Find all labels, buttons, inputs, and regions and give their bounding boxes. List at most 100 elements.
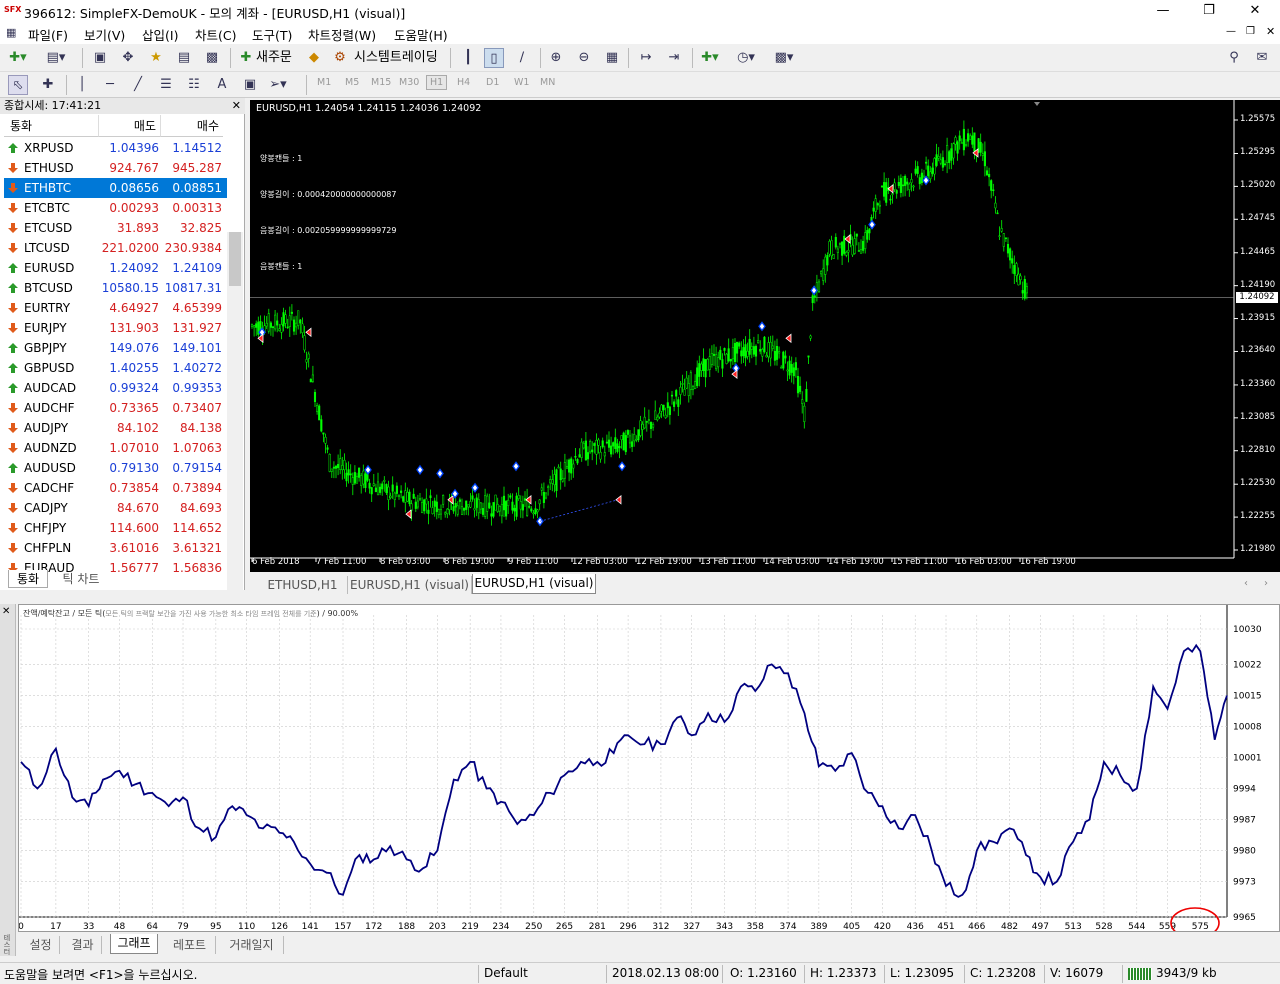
symbol-row[interactable]: LTCUSD 221.0200 230.9384 bbox=[4, 238, 227, 258]
search-icon[interactable]: ⚲ bbox=[1224, 48, 1244, 68]
symbol-row[interactable]: BTCUSD 10580.15 10817.31 bbox=[4, 278, 227, 298]
tab-chart-eurusd-visual-1[interactable]: EURUSD,H1 (visual) bbox=[348, 576, 472, 594]
zoom-in-icon[interactable]: ⊕ bbox=[546, 48, 566, 68]
symbol-row[interactable]: ETCUSD 31.893 32.825 bbox=[4, 218, 227, 238]
symbol-row[interactable]: GBPUSD 1.40255 1.40272 bbox=[4, 358, 227, 378]
navigator-icon[interactable]: ✥ bbox=[118, 48, 138, 68]
app-menu-icon[interactable]: ▦ bbox=[6, 26, 16, 39]
bar-chart-icon[interactable]: ┃ bbox=[458, 48, 478, 68]
symbol-row[interactable]: EURJPY 131.903 131.927 bbox=[4, 318, 227, 338]
tab-journal[interactable]: 거래일지 bbox=[220, 936, 284, 954]
tab-chart-eurusd-visual-2[interactable]: EURUSD,H1 (visual) bbox=[472, 574, 596, 594]
column-header-bid[interactable]: 매도 bbox=[99, 115, 161, 137]
equidistant-channel-icon[interactable]: ☰ bbox=[156, 75, 176, 95]
new-order-button[interactable]: 새주문 bbox=[256, 48, 292, 68]
line-chart-icon[interactable]: ∕ bbox=[512, 48, 532, 68]
text-icon[interactable]: A bbox=[212, 75, 232, 95]
menu-chart[interactable]: 차트(C) bbox=[195, 25, 236, 44]
symbol-row[interactable]: AUDUSD 0.79130 0.79154 bbox=[4, 458, 227, 478]
expert-advisor-icon[interactable]: ◆ bbox=[304, 48, 324, 68]
symbol-row[interactable]: AUDCHF 0.73365 0.73407 bbox=[4, 398, 227, 418]
tile-windows-icon[interactable]: ▦ bbox=[602, 48, 622, 68]
price-chart[interactable]: EURUSD,H1 1.24054 1.24115 1.24036 1.2409… bbox=[250, 100, 1280, 572]
tab-graph[interactable]: 그래프 bbox=[110, 934, 158, 954]
menu-window[interactable]: 차트정렬(W) bbox=[308, 25, 376, 44]
candlestick-icon[interactable]: ▯ bbox=[484, 48, 504, 68]
menu-view[interactable]: 보기(V) bbox=[84, 25, 125, 44]
symbol-row[interactable]: CADJPY 84.670 84.693 bbox=[4, 498, 227, 518]
timeframe-w1[interactable]: W1 bbox=[514, 77, 529, 88]
symbol-row[interactable]: AUDNZD 1.07010 1.07063 bbox=[4, 438, 227, 458]
text-label-icon[interactable]: ▣ bbox=[240, 75, 260, 95]
auto-trading-icon[interactable]: ⚙ bbox=[330, 48, 350, 68]
timeframe-mn[interactable]: MN bbox=[540, 77, 555, 88]
symbol-row[interactable]: AUDJPY 84.102 84.138 bbox=[4, 418, 227, 438]
symbol-row[interactable]: EURTRY 4.64927 4.65399 bbox=[4, 298, 227, 318]
crosshair-icon[interactable]: ✚ bbox=[38, 75, 58, 95]
symbol-row[interactable]: EURUSD 1.24092 1.24109 bbox=[4, 258, 227, 278]
new-order-icon[interactable]: ✚ bbox=[236, 48, 256, 68]
cursor-icon[interactable]: ⬁ bbox=[8, 75, 28, 95]
tab-symbols[interactable]: 통화 bbox=[8, 570, 48, 588]
horizontal-line-icon[interactable]: ─ bbox=[100, 75, 120, 95]
market-watch-icon[interactable]: ▣ bbox=[90, 48, 110, 68]
profiles-icon[interactable]: ▤▾ bbox=[46, 48, 66, 68]
symbol-row[interactable]: ETCBTC 0.00293 0.00313 bbox=[4, 198, 227, 218]
symbol-row[interactable]: ETHBTC 0.08656 0.08851 bbox=[4, 178, 227, 198]
mdi-close-icon[interactable]: ✕ bbox=[1266, 25, 1275, 38]
vertical-line-icon[interactable]: │ bbox=[72, 75, 92, 95]
timeframe-m5[interactable]: M5 bbox=[345, 77, 359, 88]
indicators-icon[interactable]: ✚▾ bbox=[700, 48, 720, 68]
market-watch-close-icon[interactable]: ✕ bbox=[232, 98, 241, 114]
fibonacci-icon[interactable]: ☷ bbox=[184, 75, 204, 95]
data-window-icon[interactable]: ★ bbox=[146, 48, 166, 68]
symbol-row[interactable]: GBPJPY 149.076 149.101 bbox=[4, 338, 227, 358]
symbol-row[interactable]: CHFPLN 3.61016 3.61321 bbox=[4, 538, 227, 558]
tabs-scroll-right-icon[interactable]: › bbox=[1264, 578, 1268, 589]
candle-body bbox=[282, 312, 285, 327]
symbol-row[interactable]: XRPUSD 1.04396 1.14512 bbox=[4, 138, 227, 158]
timeframe-m1[interactable]: M1 bbox=[317, 77, 331, 88]
strategy-tester-icon[interactable]: ▩ bbox=[202, 48, 222, 68]
terminal-icon[interactable]: ▤ bbox=[174, 48, 194, 68]
new-chart-icon[interactable]: ✚▾ bbox=[8, 48, 28, 68]
periods-icon[interactable]: ◷▾ bbox=[736, 48, 756, 68]
auto-scroll-icon[interactable]: ↦ bbox=[636, 48, 656, 68]
close-icon[interactable]: ✕ bbox=[1232, 0, 1278, 22]
zoom-out-icon[interactable]: ⊖ bbox=[574, 48, 594, 68]
minimize-icon[interactable]: — bbox=[1140, 0, 1186, 22]
timeframe-d1[interactable]: D1 bbox=[486, 77, 499, 88]
symbol-row[interactable]: CHFJPY 114.600 114.652 bbox=[4, 518, 227, 538]
timeframe-h1[interactable]: H1 bbox=[426, 75, 448, 90]
tester-close-icon[interactable]: ✕ bbox=[2, 606, 10, 617]
candlestick-chart[interactable] bbox=[250, 100, 1280, 572]
balance-graph[interactable]: 잔액/예탁잔고 / 모든 틱(모든 틱의 프랙탈 보간을 가진 사용 가능한 최… bbox=[18, 604, 1280, 939]
tab-report[interactable]: 레포트 bbox=[164, 936, 216, 954]
templates-icon[interactable]: ▩▾ bbox=[774, 48, 794, 68]
maximize-icon[interactable]: ❐ bbox=[1186, 0, 1232, 22]
chat-icon[interactable]: ✉ bbox=[1252, 48, 1272, 68]
mdi-restore-icon[interactable]: ❐ bbox=[1246, 26, 1255, 37]
tab-settings[interactable]: 설정 bbox=[22, 936, 60, 954]
auto-trading-button[interactable]: 시스템트레이딩 bbox=[354, 48, 438, 68]
mdi-minimize-icon[interactable]: — bbox=[1226, 26, 1236, 37]
trendline-icon[interactable]: ╱ bbox=[128, 75, 148, 95]
column-header-ask[interactable]: 매수 bbox=[161, 115, 223, 137]
tab-tick-chart[interactable]: 틱 차트 bbox=[54, 570, 108, 588]
column-header-symbol[interactable]: 통화 bbox=[4, 115, 99, 137]
timeframe-m15[interactable]: M15 bbox=[371, 77, 391, 88]
tab-results[interactable]: 결과 bbox=[64, 936, 102, 954]
symbol-row[interactable]: AUDCAD 0.99324 0.99353 bbox=[4, 378, 227, 398]
tab-chart-ethusd[interactable]: ETHUSD,H1 bbox=[258, 576, 348, 594]
timeframe-h4[interactable]: H4 bbox=[457, 77, 470, 88]
symbol-row[interactable]: ETHUSD 924.767 945.287 bbox=[4, 158, 227, 178]
chart-shift-icon[interactable]: ⇥ bbox=[664, 48, 684, 68]
tabs-scroll-left-icon[interactable]: ‹ bbox=[1244, 578, 1248, 589]
timeframe-m30[interactable]: M30 bbox=[399, 77, 419, 88]
symbol-row[interactable]: CADCHF 0.73854 0.73894 bbox=[4, 478, 227, 498]
menu-tools[interactable]: 도구(T) bbox=[252, 25, 292, 44]
menu-insert[interactable]: 삽입(I) bbox=[142, 25, 178, 44]
arrows-icon[interactable]: ➢▾ bbox=[268, 75, 288, 95]
menu-help[interactable]: 도움말(H) bbox=[394, 25, 448, 44]
menu-file[interactable]: 파일(F) bbox=[28, 25, 68, 44]
